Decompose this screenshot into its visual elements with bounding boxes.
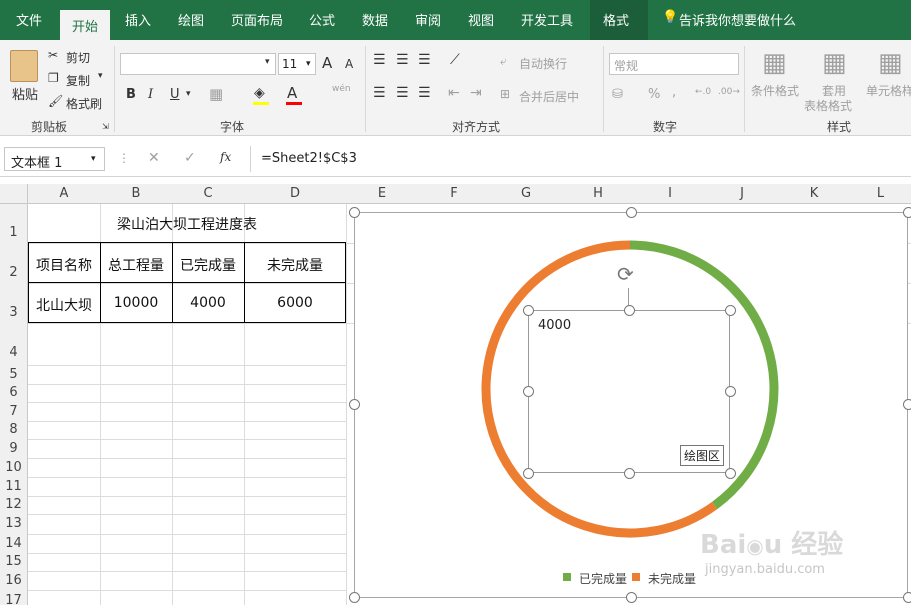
doughnut-chart[interactable] <box>0 0 911 605</box>
resize-handle[interactable] <box>725 305 736 316</box>
resize-handle[interactable] <box>725 386 736 397</box>
resize-handle[interactable] <box>725 468 736 479</box>
resize-handle[interactable] <box>523 468 534 479</box>
resize-handle[interactable] <box>626 207 637 218</box>
legend-entry[interactable]: 已完成量 <box>579 570 627 587</box>
resize-handle[interactable] <box>349 207 360 218</box>
resize-handle[interactable] <box>903 399 911 410</box>
resize-handle[interactable] <box>903 592 911 603</box>
watermark-url: jingyan.baidu.com <box>705 562 825 577</box>
text-box-value: 4000 <box>538 318 572 333</box>
rotate-icon[interactable]: ⟳ <box>617 262 634 286</box>
resize-handle[interactable] <box>903 207 911 218</box>
legend-entry[interactable]: 未完成量 <box>648 570 696 587</box>
plot-area-tooltip: 绘图区 <box>680 445 725 466</box>
resize-handle[interactable] <box>624 468 635 479</box>
resize-handle[interactable] <box>523 305 534 316</box>
resize-handle[interactable] <box>523 386 534 397</box>
legend-swatch-1 <box>563 573 571 581</box>
resize-handle[interactable] <box>626 592 637 603</box>
legend-swatch-2 <box>632 573 640 581</box>
resize-handle[interactable] <box>624 305 635 316</box>
watermark-logo: Bai◉u 经验 <box>700 530 844 560</box>
resize-handle[interactable] <box>349 592 360 603</box>
resize-handle[interactable] <box>349 399 360 410</box>
